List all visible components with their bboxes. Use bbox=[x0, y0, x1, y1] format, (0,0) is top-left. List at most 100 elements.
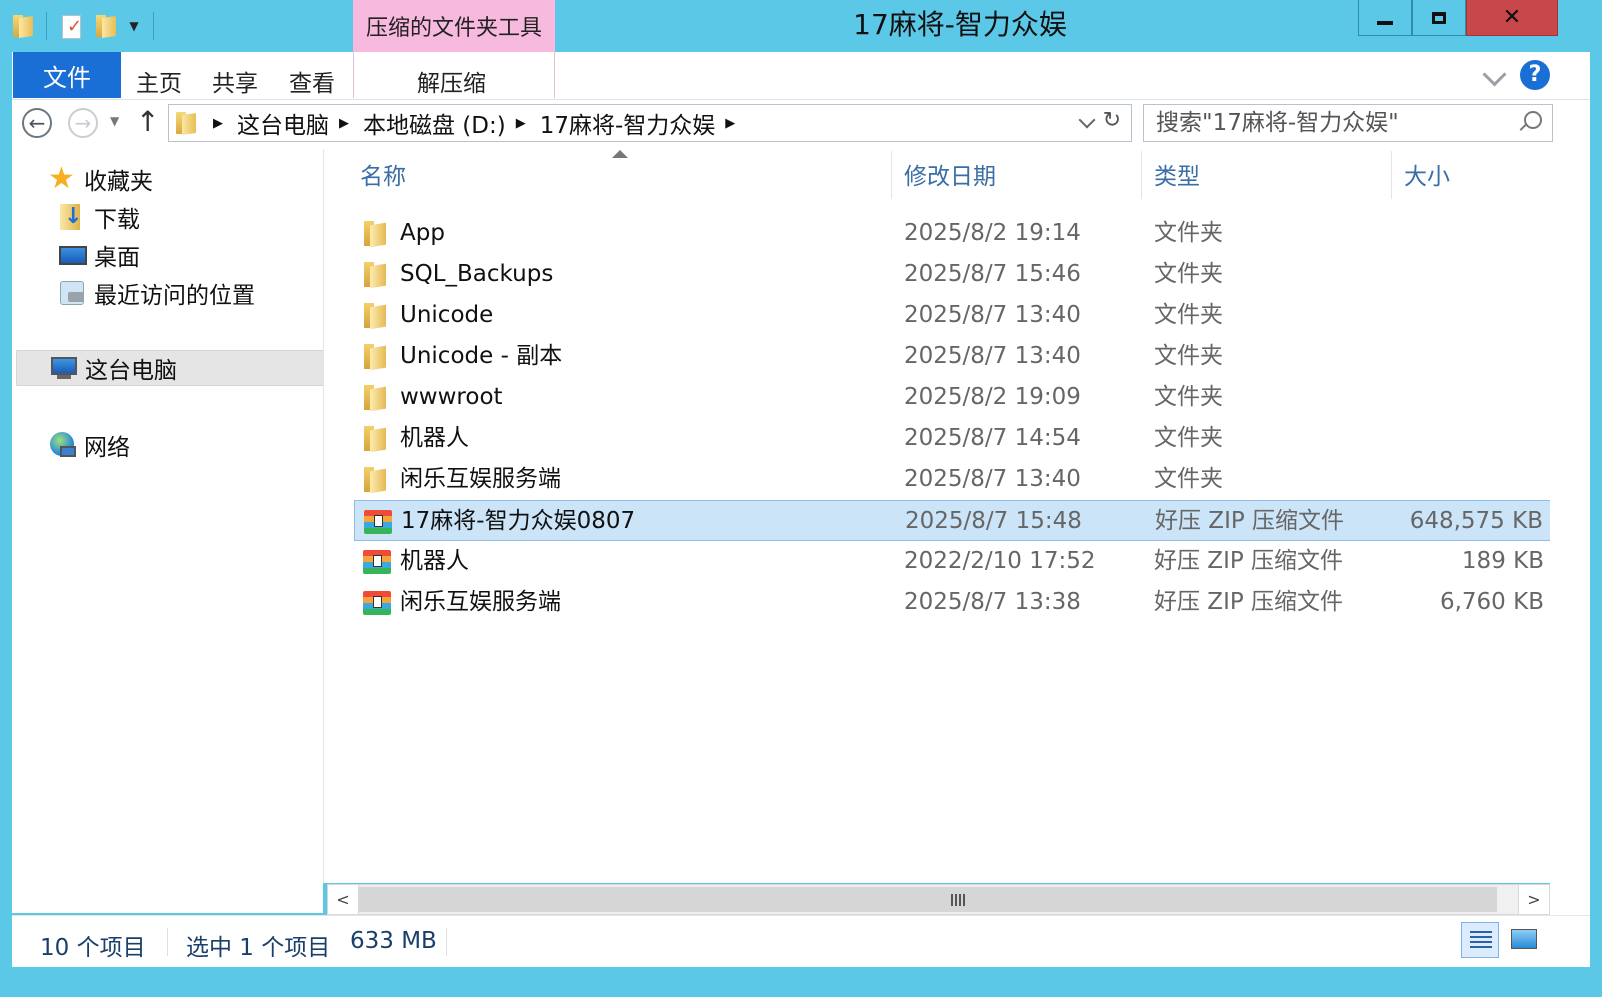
table-row[interactable]: Unicode - 副本 2025/8/7 13:40 文件夹 bbox=[354, 336, 1552, 377]
folder-icon bbox=[362, 260, 390, 288]
sidebar-item-desktop[interactable]: 桌面 bbox=[12, 237, 366, 273]
back-button[interactable]: ← bbox=[22, 108, 52, 138]
scroll-left-icon[interactable]: < bbox=[328, 885, 359, 914]
zip-archive-icon bbox=[362, 547, 391, 575]
file-date: 2022/2/10 17:52 bbox=[904, 548, 1096, 574]
qat-separator bbox=[46, 12, 47, 40]
refresh-icon[interactable]: ↻ bbox=[1103, 108, 1121, 133]
maximize-button[interactable] bbox=[1412, 0, 1466, 36]
sidebar-item-network[interactable]: 网络 bbox=[12, 427, 356, 463]
file-name: Unicode - 副本 bbox=[400, 343, 563, 369]
sidebar-item-favorites[interactable]: ★ 收藏夹 bbox=[12, 161, 356, 197]
properties-icon[interactable] bbox=[59, 13, 83, 39]
tab-extract[interactable]: 解压缩 bbox=[417, 64, 486, 98]
file-type: 文件夹 bbox=[1154, 384, 1223, 410]
file-name: App bbox=[400, 220, 445, 246]
file-type: 文件夹 bbox=[1154, 425, 1223, 451]
column-header-date[interactable]: 修改日期 bbox=[892, 151, 1142, 199]
file-type: 好压 ZIP 压缩文件 bbox=[1154, 589, 1344, 615]
breadcrumb-arrow-icon[interactable]: ▶ bbox=[213, 116, 223, 131]
context-tab-header: 压缩的文件夹工具 bbox=[353, 0, 555, 52]
breadcrumb-current-folder[interactable]: 17麻将-智力众娱 bbox=[540, 106, 716, 140]
folder-icon bbox=[362, 465, 390, 493]
search-icon[interactable] bbox=[1524, 111, 1542, 129]
sidebar-item-label: 下载 bbox=[94, 207, 140, 233]
window-title: 17麻将-智力众娱 bbox=[853, 8, 1067, 41]
table-row[interactable]: SQL_Backups 2025/8/7 15:46 文件夹 bbox=[354, 254, 1552, 295]
file-size: 648,575 KB bbox=[1409, 508, 1543, 534]
address-row: ← → ▼ ↑ ▶ 这台电脑 ▶ 本地磁盘 (D:) ▶ 17麻将-智力众娱 ▶… bbox=[12, 99, 1590, 150]
quick-access-toolbar: ▼ bbox=[10, 8, 156, 44]
search-input[interactable] bbox=[1144, 105, 1508, 141]
breadcrumb-local-disk[interactable]: 本地磁盘 (D:) bbox=[363, 106, 506, 140]
tab-home[interactable]: 主页 bbox=[136, 64, 182, 98]
large-icons-view-button[interactable] bbox=[1505, 922, 1543, 958]
table-row[interactable]: 闲乐互娱服务端 2025/8/7 13:40 文件夹 bbox=[354, 459, 1552, 500]
file-type: 文件夹 bbox=[1154, 220, 1223, 246]
tab-file[interactable]: 文件 bbox=[13, 52, 121, 98]
address-dropdown-icon[interactable] bbox=[1078, 111, 1096, 129]
column-header-type[interactable]: 类型 bbox=[1142, 151, 1392, 199]
table-row[interactable]: wwwroot 2025/8/2 19:09 文件夹 bbox=[354, 377, 1552, 418]
sidebar-item-this-pc[interactable]: 这台电脑 bbox=[16, 350, 324, 386]
table-row[interactable]: 闲乐互娱服务端 2025/8/7 13:38 好压 ZIP 压缩文件 6,760… bbox=[354, 582, 1552, 623]
sidebar-item-label: 收藏夹 bbox=[84, 169, 153, 195]
table-row[interactable]: 机器人 2022/2/10 17:52 好压 ZIP 压缩文件 189 KB bbox=[354, 541, 1552, 582]
forward-button[interactable]: → bbox=[68, 108, 98, 138]
scroll-right-icon[interactable]: > bbox=[1518, 885, 1549, 914]
table-row[interactable]: 机器人 2025/8/7 14:54 文件夹 bbox=[354, 418, 1552, 459]
up-arrow-icon[interactable]: ↑ bbox=[136, 105, 159, 138]
file-size: 6,760 KB bbox=[1439, 589, 1544, 615]
scrollbar-thumb[interactable] bbox=[359, 887, 1497, 912]
recent-locations-dropdown-icon[interactable]: ▼ bbox=[110, 114, 119, 128]
breadcrumb-arrow-icon[interactable]: ▶ bbox=[725, 116, 735, 131]
qat-dropdown-icon[interactable]: ▼ bbox=[127, 19, 141, 33]
details-view-button[interactable] bbox=[1461, 922, 1499, 958]
zip-archive-icon bbox=[362, 588, 391, 616]
breadcrumb-arrow-icon[interactable]: ▶ bbox=[516, 116, 526, 131]
new-folder-icon[interactable] bbox=[93, 13, 117, 39]
status-selected-size: 633 MB bbox=[350, 928, 437, 954]
minimize-icon bbox=[1377, 20, 1393, 25]
table-row-selected[interactable]: 17麻将-智力众娱0807 2025/8/7 15:48 好压 ZIP 压缩文件… bbox=[354, 500, 1552, 541]
tab-view[interactable]: 查看 bbox=[289, 64, 335, 98]
navigation-pane: ★ 收藏夹 下载 桌面 最近访问的位置 这台电脑 网络 bbox=[12, 149, 324, 913]
sidebar-item-recent[interactable]: 最近访问的位置 bbox=[12, 275, 366, 311]
maximize-icon bbox=[1432, 11, 1446, 24]
file-type: 文件夹 bbox=[1154, 343, 1223, 369]
desktop-icon bbox=[58, 240, 88, 270]
title-bar: ▼ 压缩的文件夹工具 17麻将-智力众娱 ✕ bbox=[0, 0, 1602, 52]
column-header-size[interactable]: 大小 bbox=[1392, 151, 1552, 199]
status-bar: 10 个项目 选中 1 个项目 633 MB bbox=[12, 915, 1590, 967]
sidebar-item-label: 最近访问的位置 bbox=[94, 283, 255, 309]
table-row[interactable]: Unicode 2025/8/7 13:40 文件夹 bbox=[354, 295, 1552, 336]
breadcrumb-arrow-icon[interactable]: ▶ bbox=[339, 116, 349, 131]
status-selected: 选中 1 个项目 bbox=[186, 935, 331, 961]
address-bar[interactable]: ▶ 这台电脑 ▶ 本地磁盘 (D:) ▶ 17麻将-智力众娱 ▶ ↻ bbox=[168, 104, 1132, 142]
file-type: 文件夹 bbox=[1154, 302, 1223, 328]
close-button[interactable]: ✕ bbox=[1466, 0, 1558, 36]
folder-icon bbox=[173, 110, 197, 136]
file-list-pane: 名称 修改日期 类型 大小 App 2025/8/2 19:14 文件夹 SQL… bbox=[323, 149, 1590, 883]
window-controls: ✕ bbox=[1358, 0, 1558, 38]
folder-icon[interactable] bbox=[10, 13, 34, 39]
column-header-name[interactable]: 名称 bbox=[348, 151, 892, 199]
file-name: Unicode bbox=[400, 302, 494, 328]
file-date: 2025/8/2 19:14 bbox=[904, 220, 1081, 246]
folder-icon bbox=[362, 342, 390, 370]
file-date: 2025/8/7 13:40 bbox=[904, 466, 1081, 492]
file-type: 文件夹 bbox=[1154, 261, 1223, 287]
file-name: 机器人 bbox=[400, 548, 469, 574]
file-name: 闲乐互娱服务端 bbox=[400, 589, 561, 615]
horizontal-scrollbar[interactable]: < > bbox=[327, 884, 1550, 915]
expand-ribbon-icon[interactable] bbox=[1482, 62, 1507, 87]
folder-icon bbox=[362, 301, 390, 329]
help-icon[interactable]: ? bbox=[1520, 60, 1550, 90]
folder-icon bbox=[362, 383, 390, 411]
breadcrumb-this-pc[interactable]: 这台电脑 bbox=[237, 106, 329, 140]
content-right-margin bbox=[1550, 149, 1590, 915]
minimize-button[interactable] bbox=[1358, 0, 1412, 36]
sidebar-item-downloads[interactable]: 下载 bbox=[12, 199, 366, 235]
tab-share[interactable]: 共享 bbox=[212, 64, 258, 98]
table-row[interactable]: App 2025/8/2 19:14 文件夹 bbox=[354, 213, 1552, 254]
